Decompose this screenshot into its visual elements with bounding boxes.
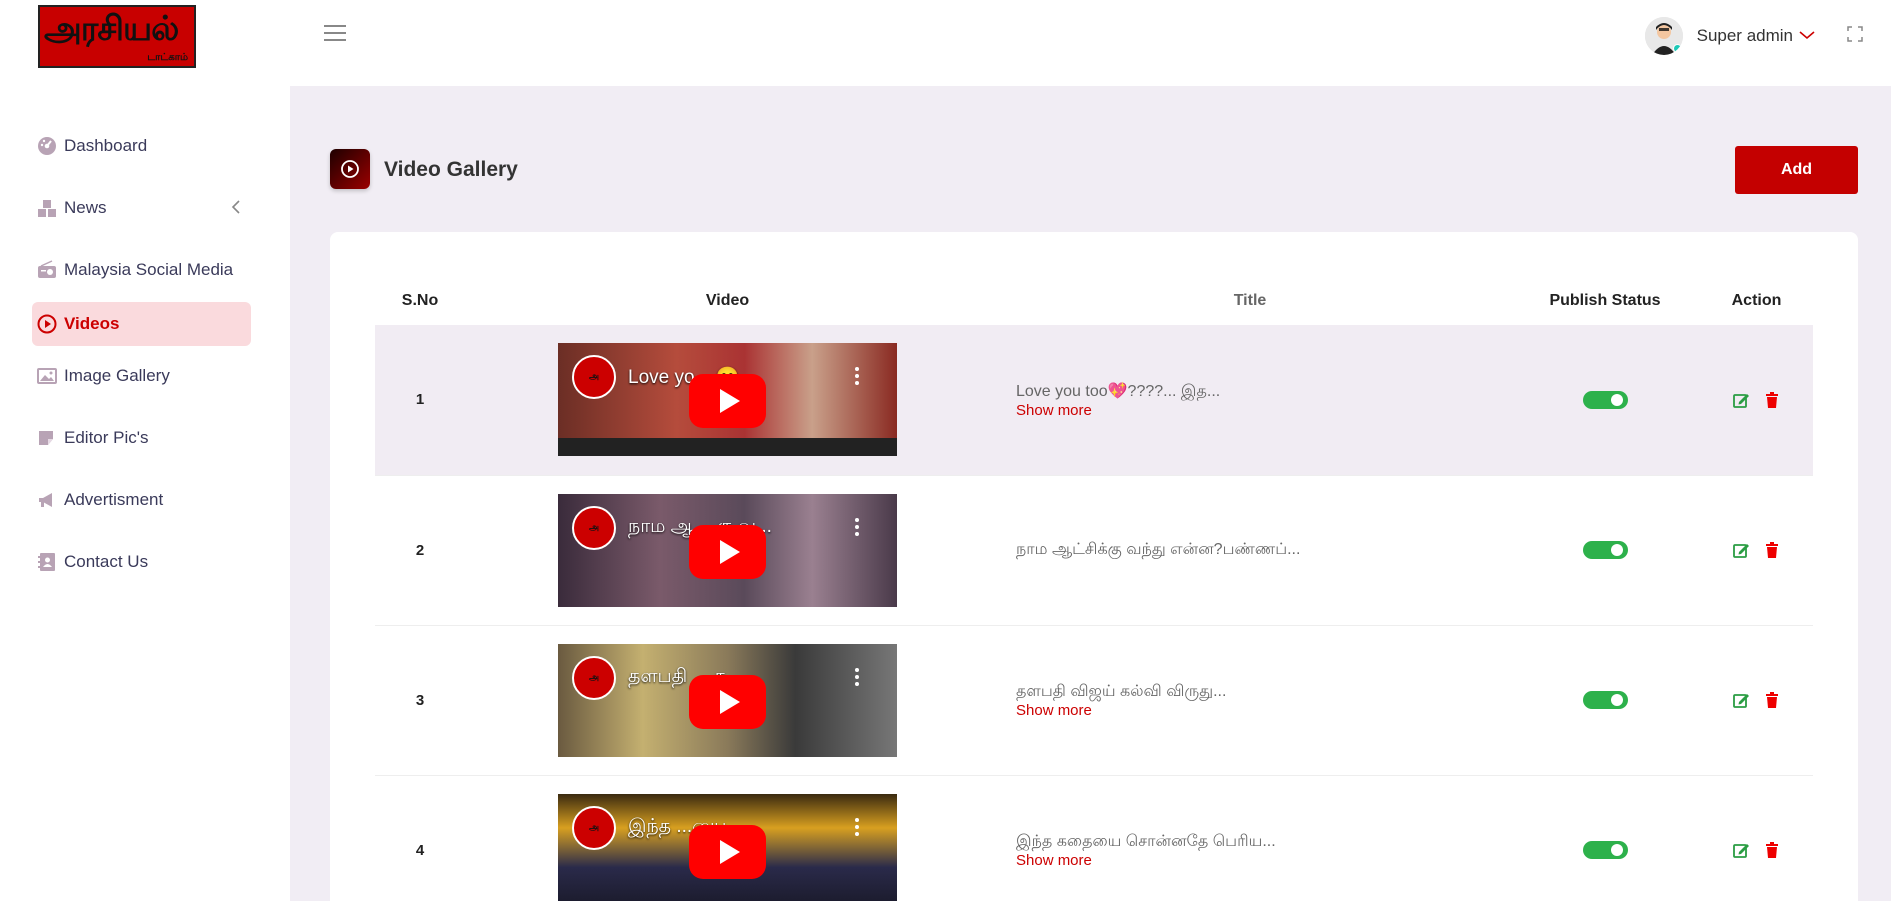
logo-subtext: டாட்காம் <box>147 52 188 63</box>
edit-icon[interactable] <box>1732 541 1750 559</box>
news-icon <box>37 198 57 218</box>
user-menu[interactable]: Super admin <box>1644 17 1815 55</box>
chevron-left-icon[interactable] <box>231 199 241 220</box>
sidebar-item-editor-pics[interactable]: Editor Pic's <box>32 416 251 460</box>
row-title: Love you too💖????... இத... <box>1016 382 1221 400</box>
video-thumbnail[interactable]: அ தளபதி ... க... <box>558 643 897 757</box>
column-header-title: Title <box>1233 292 1267 309</box>
row-sno: 2 <box>375 475 465 626</box>
more-options-icon[interactable] <box>855 817 859 839</box>
video-gallery-card: S.No Video Title Publish Status Action 1… <box>330 232 1858 901</box>
edit-icon[interactable] <box>1732 691 1750 709</box>
play-circle-icon <box>37 314 57 334</box>
channel-logo: அ <box>572 355 616 400</box>
sidebar-item-news[interactable]: News <box>32 186 251 230</box>
more-options-icon[interactable] <box>855 367 859 388</box>
channel-logo: அ <box>572 505 616 550</box>
video-thumbnail[interactable]: அ Love yo... 😊... <box>558 343 897 457</box>
row-sno: 1 <box>375 325 465 476</box>
edit-icon[interactable] <box>1732 391 1750 409</box>
show-more-link[interactable]: Show more <box>1016 402 1510 419</box>
brand-logo[interactable]: அரசியல் டாட்காம் <box>38 5 196 68</box>
edit-note-icon <box>37 428 57 448</box>
row-sno: 4 <box>375 775 465 901</box>
table-header-row: S.No Video Title Publish Status Action <box>375 277 1813 325</box>
delete-icon[interactable] <box>1763 691 1781 709</box>
play-button[interactable] <box>689 524 766 579</box>
delete-icon[interactable] <box>1763 841 1781 859</box>
row-title: தளபதி விஜய் கல்வி விருது... <box>1016 682 1227 700</box>
username: Super admin <box>1696 26 1793 45</box>
logo-text: அரசியல் <box>44 9 179 49</box>
more-options-icon[interactable] <box>855 667 859 689</box>
table-row: 1 அ Love yo... 😊... Love you too💖????...… <box>375 325 1813 476</box>
publish-toggle[interactable] <box>1582 541 1628 560</box>
edit-icon[interactable] <box>1732 841 1750 859</box>
row-sno: 3 <box>375 625 465 776</box>
play-button[interactable] <box>689 374 766 429</box>
show-more-link[interactable]: Show more <box>1016 702 1510 719</box>
sidebar-item-dashboard[interactable]: Dashboard <box>32 124 251 168</box>
sidebar-item-contact-us[interactable]: Contact Us <box>32 540 251 584</box>
sidebar-item-image-gallery[interactable]: Image Gallery <box>32 354 251 398</box>
sidebar-item-label: Dashboard <box>64 136 148 155</box>
sidebar: அரசியல் டாட்காம் Dashboard News Malaysia… <box>0 0 290 901</box>
sidebar-item-label: Advertisment <box>64 490 164 509</box>
avatar <box>1644 17 1683 55</box>
play-button[interactable] <box>689 674 766 729</box>
column-header-action: Action <box>1731 292 1782 309</box>
delete-icon[interactable] <box>1763 391 1781 409</box>
table-row: 2 அ நாம ஆ... கு வ... நாம ஆட்சிக்கு வந்து… <box>375 475 1813 626</box>
publish-toggle[interactable] <box>1582 841 1628 860</box>
column-header-video: Video <box>705 292 750 309</box>
image-icon <box>37 366 57 386</box>
publish-toggle[interactable] <box>1582 691 1628 710</box>
sidebar-nav: Dashboard News Malaysia Social Media Vid… <box>32 124 251 602</box>
sidebar-item-advertisment[interactable]: Advertisment <box>32 478 251 522</box>
delete-icon[interactable] <box>1763 541 1781 559</box>
column-header-sno: S.No <box>401 292 439 309</box>
video-thumbnail[interactable]: அ நாம ஆ... கு வ... <box>558 493 897 607</box>
video-gallery-icon <box>330 149 370 189</box>
sidebar-item-label: Image Gallery <box>64 366 170 385</box>
channel-logo: அ <box>572 655 616 700</box>
table-row: 3 அ தளபதி ... க... தளபதி விஜய் கல்வி விர… <box>375 625 1813 776</box>
contact-icon <box>37 552 57 572</box>
video-thumbnail[interactable]: அ இந்த ...யை ... <box>558 793 897 901</box>
publish-toggle[interactable] <box>1582 390 1628 409</box>
menu-icon[interactable] <box>324 25 346 43</box>
show-more-link[interactable]: Show more <box>1016 852 1510 869</box>
sidebar-item-label: Contact Us <box>64 552 149 571</box>
row-title: இந்த கதையை சொன்னதே பெரிய... <box>1016 832 1276 850</box>
sidebar-item-label: Malaysia Social Media <box>64 260 234 279</box>
radio-icon <box>37 260 57 280</box>
video-table: S.No Video Title Publish Status Action 1… <box>375 277 1813 901</box>
row-title: நாம ஆட்சிக்கு வந்து என்ன?பண்ணப்... <box>1016 541 1301 558</box>
column-header-status: Publish Status <box>1549 292 1661 309</box>
add-button[interactable]: Add <box>1735 146 1858 194</box>
chevron-down-icon <box>1799 27 1815 45</box>
sidebar-item-malaysia-social-media[interactable]: Malaysia Social Media <box>32 248 251 292</box>
sidebar-item-label: Videos <box>64 314 120 333</box>
fullscreen-icon[interactable] <box>1847 26 1863 42</box>
top-header: Super admin <box>290 0 1891 86</box>
sidebar-item-videos[interactable]: Videos <box>32 302 251 346</box>
play-button[interactable] <box>689 824 766 879</box>
channel-logo: அ <box>572 805 616 850</box>
page-title: Video Gallery <box>384 158 518 181</box>
sidebar-item-label: Editor Pic's <box>64 428 149 447</box>
more-options-icon[interactable] <box>855 517 859 539</box>
sidebar-item-label: News <box>64 198 107 217</box>
table-row: 4 அ இந்த ...யை ... இந்த கதையை சொன்னதே பெ… <box>375 775 1813 901</box>
megaphone-icon <box>37 490 57 510</box>
dashboard-icon <box>37 136 57 156</box>
